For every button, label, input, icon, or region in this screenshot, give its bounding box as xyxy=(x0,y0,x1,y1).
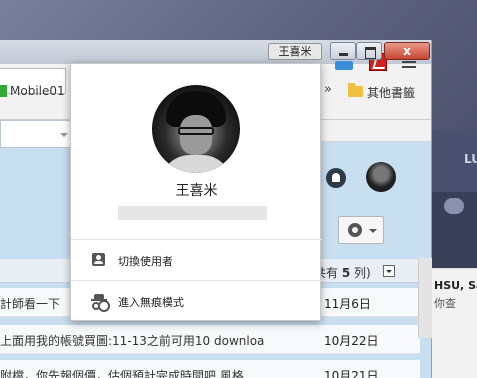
contact-snippet: 你查 xyxy=(434,297,456,310)
table-row[interactable]: 上面用我的帳號買圖:11-13之前可用10 downloa 10月22日 xyxy=(0,325,420,354)
switch-user-item[interactable]: 切換使用者 xyxy=(71,240,322,280)
switch-user-label: 切換使用者 xyxy=(118,255,173,268)
bookmark-mobile01[interactable]: Mobile01 xyxy=(10,84,65,98)
notifications-bell-icon[interactable] xyxy=(326,168,346,188)
profile-name-button[interactable]: 王喜米 xyxy=(268,43,322,60)
incognito-icon xyxy=(91,294,107,310)
mobile01-favicon-icon xyxy=(0,85,7,97)
row-date: 10月21日 xyxy=(324,369,379,378)
bookmarks-overflow-button[interactable]: » xyxy=(324,82,332,97)
chat-icon[interactable] xyxy=(444,198,464,214)
close-icon: x xyxy=(403,44,411,58)
maximize-button[interactable] xyxy=(356,42,382,60)
row-subject: 附檔，你先報個價，估個預計完成時間吧 風格 xyxy=(0,369,244,378)
account-avatar[interactable] xyxy=(366,162,396,192)
profile-name: 王喜米 xyxy=(175,183,218,199)
close-button[interactable]: x xyxy=(384,42,430,60)
contact-name[interactable]: HSU, Sa xyxy=(434,279,477,292)
background-app-header-text: LU xyxy=(464,152,477,166)
profile-email-redacted xyxy=(118,206,267,220)
folder-icon xyxy=(348,83,363,97)
scrollbar[interactable] xyxy=(418,258,432,338)
incognito-label: 進入無痕模式 xyxy=(118,296,184,309)
row-subject: 上面用我的帳號買圖:11-13之前可用10 downloa xyxy=(0,334,265,348)
profile-avatar xyxy=(152,85,240,173)
profile-menu: 王喜米 切換使用者 進入無痕模式 xyxy=(70,63,322,321)
row-date: 11月6日 xyxy=(324,297,371,311)
table-row[interactable]: 附檔，你先報個價，估個預計完成時間吧 風格 10月21日 xyxy=(0,360,420,378)
background-app: LU HSU, Sa 你查 xyxy=(430,130,477,378)
mail-search-input[interactable] xyxy=(0,120,75,148)
minimize-button[interactable] xyxy=(330,42,356,60)
person-icon xyxy=(92,253,105,266)
gear-icon xyxy=(348,223,362,237)
count-dropdown-icon[interactable] xyxy=(383,265,395,277)
row-date: 10月22日 xyxy=(324,334,379,348)
background-app-panel: HSU, Sa 你查 xyxy=(430,268,477,378)
settings-button[interactable] xyxy=(338,216,384,244)
message-count: 共有 5 列) xyxy=(314,266,371,280)
bookmark-other-folder[interactable]: 其他書籤 xyxy=(367,84,415,101)
incognito-item[interactable]: 進入無痕模式 xyxy=(71,281,322,321)
